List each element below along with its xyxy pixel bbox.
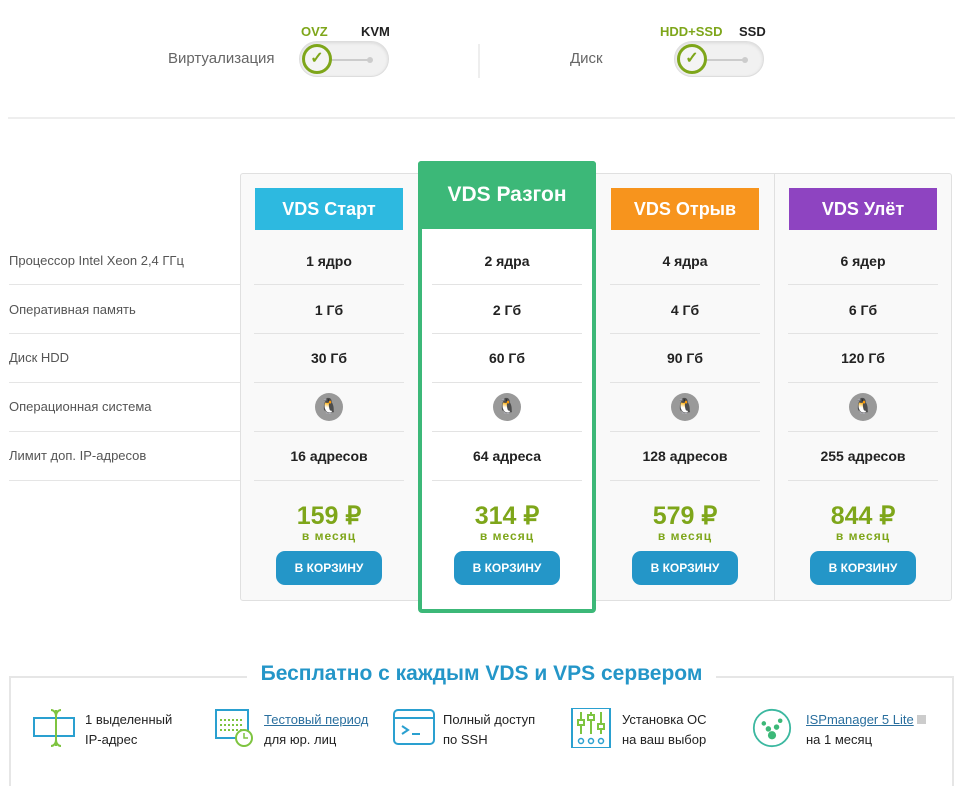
add-to-cart-button[interactable]: В КОРЗИНУ [276,551,382,585]
plan-price: 314 ₽ [474,502,540,530]
add-to-cart-button[interactable]: В КОРЗИНУ [810,551,916,585]
linux-icon: 🐧 [315,393,343,421]
feature-trial: Тестовый период для юр. лиц [264,712,369,747]
row-label-ip: Лимит доп. IP-адресов [9,448,147,463]
plan-price: 844 ₽ [830,502,896,530]
check-icon: ✓ [677,44,707,74]
plan-ram: 6 Гб [848,302,878,318]
cell-divider [254,333,404,334]
cell-divider [788,382,938,383]
ispmanager-link[interactable]: ISPmanager 5 Lite [806,712,914,727]
plan-price: 579 ₽ [652,502,718,530]
plan-ip: 255 адресов [820,448,906,464]
virtualization-label: Виртуализация [168,50,275,67]
plan-cpu: 4 ядра [662,253,708,269]
cell-divider [788,431,938,432]
plan-cpu: 6 ядер [840,253,886,269]
cell-divider [254,382,404,383]
virtualization-toggle[interactable]: ✓ [299,41,389,77]
cell-divider [432,431,582,432]
row-label-cpu: Процессор Intel Xeon 2,4 ГГц [9,253,184,268]
cell-divider [254,284,404,285]
settings-sliders-icon [571,708,611,748]
cell-divider [788,333,938,334]
plan-ram: 1 Гб [314,302,344,318]
row-label-ram: Оперативная память [9,302,136,317]
terminal-icon [393,709,435,745]
row-divider [9,431,240,432]
cell-divider [254,431,404,432]
plan-ram: 4 Гб [670,302,700,318]
disk-toggle[interactable]: ✓ [674,41,764,77]
plan-ip: 128 адресов [642,448,728,464]
plan-title: VDS Разгон [418,161,596,229]
plan-period: в месяц [657,529,713,543]
feature-os-install: Установка ОС на ваш выбор [622,712,707,747]
plan-ip: 64 адреса [472,448,542,464]
linux-icon: 🐧 [849,393,877,421]
cell-divider [254,480,404,481]
plan-disk: 30 Гб [310,350,348,366]
option-ssd[interactable]: SSD [739,24,766,39]
plan-ram: 2 Гб [492,302,522,318]
external-link-icon [917,715,927,724]
trial-period-link[interactable]: Тестовый период [264,712,368,727]
linux-icon: 🐧 [493,393,521,421]
plan-title: VDS Отрыв [611,188,759,230]
row-label-disk: Диск HDD [9,350,70,365]
option-hdd-ssd[interactable]: HDD+SSD [660,24,723,39]
option-ovz[interactable]: OVZ [301,24,328,39]
feature-ispmanager: ISPmanager 5 Lite на 1 месяц [806,710,927,750]
row-divider [9,382,240,383]
cell-divider [610,382,760,383]
row-divider [9,480,240,481]
add-to-cart-button[interactable]: В КОРЗИНУ [632,551,738,585]
plan-ip: 16 адресов [290,448,368,464]
plan-disk: 60 Гб [488,350,526,366]
plan-period: в месяц [479,529,535,543]
plan-disk: 90 Гб [666,350,704,366]
plan-price: 159 ₽ [296,502,362,530]
cell-divider [788,480,938,481]
row-divider [9,284,240,285]
ispmanager-icon [752,708,792,748]
cell-divider [788,284,938,285]
feature-ip: 1 выделенный IP-адрес [85,712,173,747]
plan-period: в месяц [835,529,891,543]
separator [8,117,955,119]
row-label-os: Операционная система [9,399,152,414]
free-features-title: Бесплатно с каждым VDS и VPS сервером [0,662,963,686]
plan-title: VDS Улёт [789,188,937,230]
add-to-cart-button[interactable]: В КОРЗИНУ [454,551,560,585]
row-divider [9,333,240,334]
feature-ssh: Полный доступ по SSH [443,712,536,747]
check-icon: ✓ [302,44,332,74]
cell-divider [432,382,582,383]
cell-divider [610,284,760,285]
disk-label: Диск [570,50,603,67]
plan-period: в месяц [301,529,357,543]
plan-cpu: 2 ядра [484,253,530,269]
ip-address-icon [33,709,75,747]
plan-disk: 120 Гб [841,350,885,366]
divider [478,44,480,78]
plan-cpu: 1 ядро [306,253,352,269]
cell-divider [610,480,760,481]
plan-title: VDS Старт [255,188,403,230]
calendar-clock-icon [215,709,253,747]
cell-divider [432,480,582,481]
option-kvm[interactable]: KVM [361,24,390,39]
cell-divider [432,284,582,285]
cell-divider [610,431,760,432]
cell-divider [432,333,582,334]
cell-divider [610,333,760,334]
free-title-text: Бесплатно с каждым VDS и VPS сервером [246,662,717,685]
linux-icon: 🐧 [671,393,699,421]
